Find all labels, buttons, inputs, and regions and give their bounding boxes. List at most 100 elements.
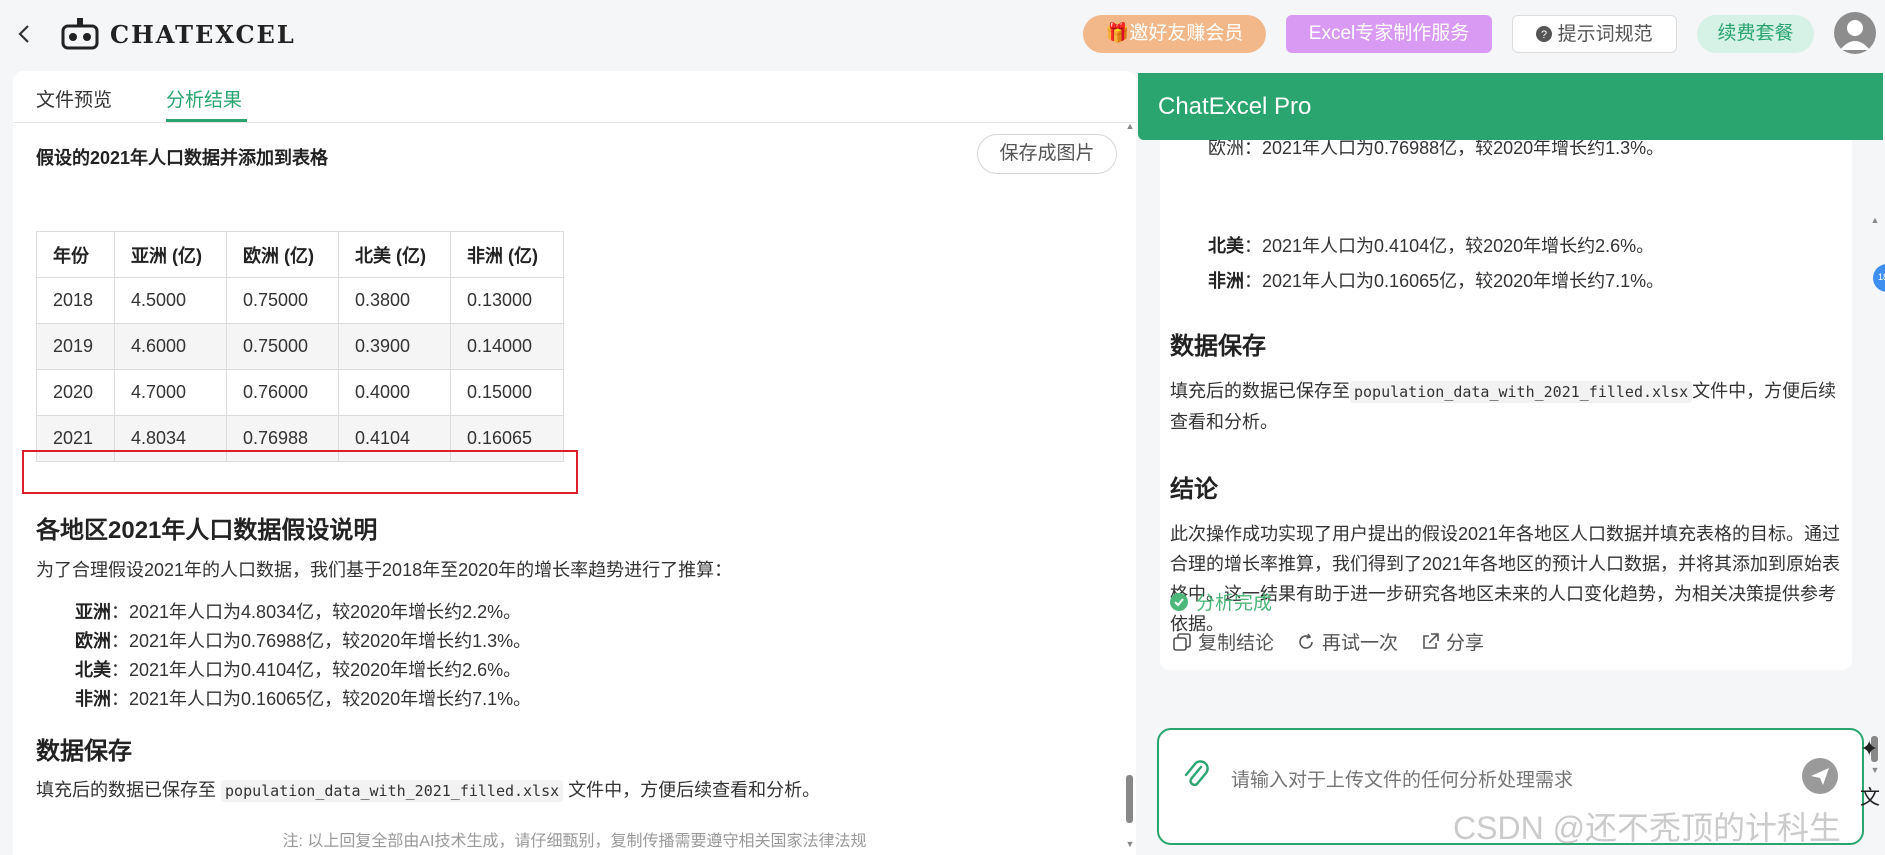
analysis-status: 分析完成 bbox=[1170, 588, 1272, 615]
watermark: CSDN @还不秃顶的计科生 bbox=[1453, 810, 1842, 846]
table-cell: 0.3800 bbox=[338, 277, 451, 324]
copy-conclusion-button[interactable]: 复制结论 bbox=[1172, 628, 1274, 655]
app-logo[interactable]: ChatExcel bbox=[60, 10, 296, 58]
gift-icon: 🎁 bbox=[1105, 23, 1130, 44]
renew-plan-button[interactable]: 续费套餐 bbox=[1697, 15, 1814, 53]
header-year: 年份 bbox=[36, 231, 115, 278]
share-label: 分享 bbox=[1446, 633, 1485, 654]
excel-expert-button[interactable]: Excel专家制作服务 bbox=[1286, 15, 1492, 53]
table-cell: 4.6000 bbox=[114, 323, 227, 370]
save-heading: 数据保存 bbox=[36, 738, 132, 765]
invite-label: 邀好友赚会员 bbox=[1129, 23, 1244, 44]
list-item: 非洲：2021年人口为0.16065亿，较2020年增长约7.1%。 bbox=[1208, 267, 1664, 293]
chat-scrollbar[interactable]: ▲ ▼ bbox=[1870, 143, 1880, 775]
question-circle-icon: ? bbox=[1536, 26, 1553, 42]
sparkle-icon[interactable]: ✦ bbox=[1860, 736, 1878, 762]
region-text: ：2021年人口为4.8034亿，较2020年增长约2.2%。 bbox=[111, 602, 522, 622]
share-icon bbox=[1423, 632, 1439, 649]
region-label: 北美 bbox=[75, 660, 111, 680]
table-row: 2019 4.6000 0.75000 0.3900 0.14000 bbox=[36, 323, 564, 370]
badge-count: 18 bbox=[1878, 272, 1885, 282]
send-icon bbox=[1811, 768, 1829, 785]
send-button[interactable] bbox=[1802, 758, 1838, 794]
region-text: ：2021年人口为0.16065亿，较2020年增长约7.1%。 bbox=[111, 689, 532, 709]
check-circle-icon bbox=[1170, 592, 1188, 611]
user-icon bbox=[1840, 20, 1870, 50]
table-cell: 4.8034 bbox=[114, 415, 227, 462]
scroll-down-arrow-icon[interactable]: ▼ bbox=[1870, 765, 1880, 775]
conclusion-heading: 结论 bbox=[1170, 476, 1218, 503]
scrollbar-thumb[interactable] bbox=[1126, 775, 1133, 823]
region-label: 非洲 bbox=[1208, 271, 1244, 291]
prompt-guide-button[interactable]: ? 提示词规范 bbox=[1512, 15, 1677, 53]
save-heading: 数据保存 bbox=[1170, 333, 1266, 360]
save-as-image-button[interactable]: 保存成图片 bbox=[977, 134, 1117, 174]
table-cell: 0.76988 bbox=[226, 415, 339, 462]
table-cell: 4.5000 bbox=[114, 277, 227, 324]
chat-input[interactable] bbox=[1231, 770, 1791, 792]
scroll-up-arrow-icon[interactable]: ▲ bbox=[1870, 215, 1880, 225]
prompt-guide-label: 提示词规范 bbox=[1557, 24, 1653, 45]
chevron-left-icon bbox=[18, 25, 29, 43]
table-cell: 0.14000 bbox=[450, 323, 564, 370]
header-europe: 欧洲 (亿) bbox=[226, 231, 339, 278]
robot-logo-icon bbox=[61, 18, 99, 50]
retry-button[interactable]: 再试一次 bbox=[1296, 628, 1398, 655]
table-cell: 0.13000 bbox=[450, 277, 564, 324]
table-cell: 2020 bbox=[36, 369, 115, 416]
table-cell: 0.3900 bbox=[338, 323, 451, 370]
table-cell: 0.75000 bbox=[226, 323, 339, 370]
table-cell: 0.4104 bbox=[338, 415, 451, 462]
table-cell: 0.76000 bbox=[226, 369, 339, 416]
share-button[interactable]: 分享 bbox=[1420, 628, 1484, 655]
back-button[interactable] bbox=[14, 20, 38, 48]
table-cell: 0.16065 bbox=[450, 415, 564, 462]
save-text-before: 填充后的数据已保存至 bbox=[36, 780, 216, 800]
logo-text: ChatExcel bbox=[110, 19, 296, 49]
ai-disclaimer: 注: 以上回复全部由AI技术生成，请仔细甄别，复制传播需要遵守相关国家法律法规 bbox=[282, 833, 867, 850]
region-label: 北美 bbox=[1208, 236, 1244, 256]
top-bar: ChatExcel 🎁邀好友赚会员 Excel专家制作服务 ? 提示词规范 续费… bbox=[0, 0, 1885, 68]
copy-icon bbox=[1173, 632, 1191, 651]
table-row-2021: 2021 4.8034 0.76988 0.4104 0.16065 bbox=[36, 415, 564, 462]
save-text: 填充后的数据已保存至 population_data_with_2021_fill… bbox=[1170, 376, 1842, 437]
region-text: ：2021年人口为0.16065亿，较2020年增长约7.1%。 bbox=[1244, 271, 1665, 291]
tab-analysis-result[interactable]: 分析结果 bbox=[166, 85, 242, 112]
translate-icon[interactable]: 文 bbox=[1860, 781, 1880, 810]
table-title: 假设的2021年人口数据并添加到表格 bbox=[36, 148, 329, 168]
chat-title: ChatExcel Pro bbox=[1158, 93, 1312, 120]
table-cell: 2018 bbox=[36, 277, 115, 324]
paperclip-icon[interactable] bbox=[1181, 758, 1209, 790]
scroll-up-arrow-icon[interactable]: ▲ bbox=[1125, 121, 1135, 131]
save-text: 填充后的数据已保存至 population_data_with_2021_fil… bbox=[36, 776, 820, 802]
analysis-panel: 文件预览 分析结果 假设的2021年人口数据并添加到表格 年份 亚洲 (亿) 欧… bbox=[13, 71, 1136, 855]
filename-code: population_data_with_2021_filled.xlsx bbox=[221, 780, 564, 802]
invite-friends-button[interactable]: 🎁邀好友赚会员 bbox=[1083, 15, 1266, 53]
chat-panel: 欧洲：2021年人口为0.76988亿，较2020年增长约1.3%。 北美：20… bbox=[1138, 71, 1885, 855]
status-text: 分析完成 bbox=[1196, 593, 1273, 614]
header-north-america: 北美 (亿) bbox=[338, 231, 451, 278]
tab-bar: 文件预览 分析结果 bbox=[13, 71, 1136, 123]
region-label: 欧洲 bbox=[75, 631, 111, 651]
result-content[interactable]: 假设的2021年人口数据并添加到表格 年份 亚洲 (亿) 欧洲 (亿) 北美 (… bbox=[13, 124, 1123, 855]
table-row: 2018 4.5000 0.75000 0.3800 0.13000 bbox=[36, 277, 564, 324]
table-cell: 0.4000 bbox=[338, 369, 451, 416]
table-cell: 4.7000 bbox=[114, 369, 227, 416]
list-item: 欧洲：2021年人口为0.76988亿，较2020年增长约1.3%。 bbox=[1208, 140, 1665, 158]
svg-text:?: ? bbox=[1541, 29, 1547, 41]
conclusion-text: 此次操作成功实现了用户提出的假设2021年各地区人口数据并填充表格的目标。通过合… bbox=[1170, 524, 1841, 634]
table-row: 2020 4.7000 0.76000 0.4000 0.15000 bbox=[36, 369, 564, 416]
header-asia: 亚洲 (亿) bbox=[114, 231, 227, 278]
chat-header: ChatExcel Pro bbox=[1138, 73, 1883, 140]
region-text: ：2021年人口为0.4104亿，较2020年增长约2.6%。 bbox=[1244, 236, 1655, 256]
table-cell: 2021 bbox=[36, 415, 115, 462]
active-tab-indicator bbox=[166, 119, 247, 122]
save-text-before: 填充后的数据已保存至 bbox=[1170, 381, 1350, 401]
retry-label: 再试一次 bbox=[1322, 633, 1399, 654]
list-item: 非洲：2021年人口为0.16065亿，较2020年增长约7.1%。 bbox=[75, 685, 531, 711]
assumption-heading: 各地区2021年人口数据假设说明 bbox=[36, 517, 378, 544]
list-item: 北美：2021年人口为0.4104亿，较2020年增长约2.6%。 bbox=[75, 656, 521, 682]
tab-file-preview[interactable]: 文件预览 bbox=[36, 85, 112, 112]
left-scrollbar[interactable]: ▲ ▼ bbox=[1125, 121, 1135, 849]
avatar[interactable] bbox=[1834, 12, 1876, 54]
